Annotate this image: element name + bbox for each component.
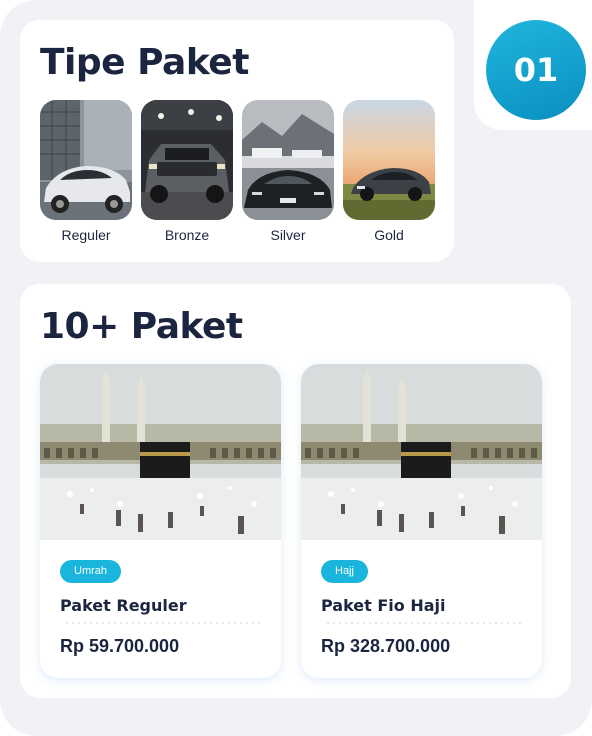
- package-type-gold[interactable]: Gold: [343, 100, 435, 243]
- package-price: Rp 328.700.000: [321, 636, 451, 656]
- package-type-silver[interactable]: Silver: [242, 100, 334, 243]
- package-name: Paket Reguler: [60, 596, 187, 615]
- package-list: Umrah Paket Reguler Rp 59.700.000 Hajj P…: [40, 364, 542, 678]
- package-card[interactable]: Umrah Paket Reguler Rp 59.700.000: [40, 364, 281, 678]
- package-list-title: 10+ Paket: [40, 306, 243, 347]
- package-card[interactable]: Hajj Paket Fio Haji Rp 328.700.000: [301, 364, 542, 678]
- divider: [64, 622, 260, 624]
- package-category-badge: Hajj: [321, 560, 368, 583]
- car-photo-silver: [242, 100, 334, 220]
- kaaba-photo: [301, 364, 542, 540]
- package-type-label: Gold: [374, 227, 404, 243]
- divider: [325, 622, 521, 624]
- package-type-label: Bronze: [164, 227, 210, 243]
- package-price: Rp 59.700.000: [60, 636, 180, 656]
- step-badge: 01: [486, 20, 586, 120]
- car-photo-reguler: [40, 100, 132, 220]
- package-type-reguler[interactable]: Reguler: [40, 100, 132, 243]
- package-type-bronze[interactable]: Bronze: [141, 100, 233, 243]
- car-photo-bronze: [141, 100, 233, 220]
- package-type-label: Reguler: [61, 227, 111, 243]
- package-name: Paket Fio Haji: [321, 596, 446, 615]
- car-photo-gold: [343, 100, 435, 220]
- package-type-title: Tipe Paket: [40, 42, 249, 83]
- package-list-card: 10+ Paket Umrah Paket Reguler Rp 59.700.…: [20, 284, 571, 698]
- kaaba-photo: [40, 364, 281, 540]
- package-category-badge: Umrah: [60, 560, 122, 583]
- package-type-list: Reguler Bronze Silver Gold: [40, 100, 435, 243]
- package-type-card: Tipe Paket Reguler Bronze Silver Gold: [20, 20, 454, 262]
- package-type-label: Silver: [270, 227, 306, 243]
